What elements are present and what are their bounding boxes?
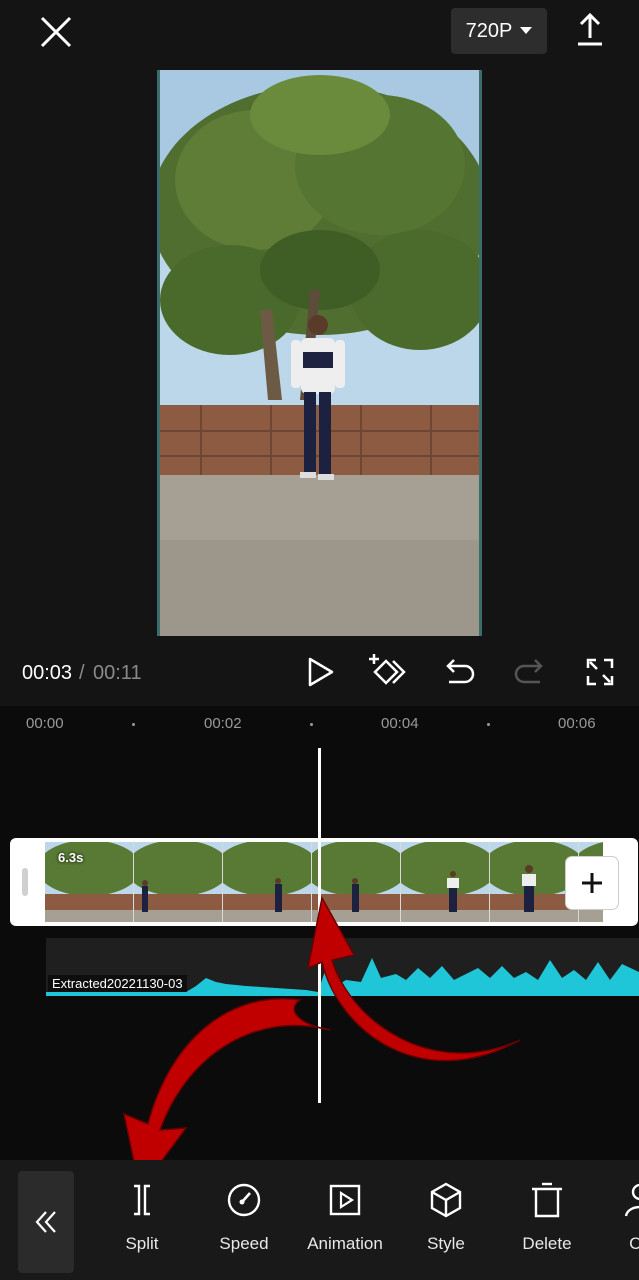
animation-tool[interactable]: Animation xyxy=(297,1180,393,1254)
close-button[interactable] xyxy=(36,12,76,52)
clip-thumbnail xyxy=(312,842,401,922)
undo-button[interactable] xyxy=(439,652,479,692)
time-separator: / xyxy=(79,662,85,684)
delete-tool[interactable]: Delete xyxy=(499,1180,595,1254)
timeline-tick: 00:02 xyxy=(204,715,242,732)
keyframe-button[interactable] xyxy=(366,652,406,692)
clip-thumbnails xyxy=(45,842,603,922)
timeline-tick: 00:04 xyxy=(381,715,419,732)
split-tool[interactable]: Split xyxy=(94,1180,190,1254)
speed-icon xyxy=(227,1183,261,1217)
collapse-toolbar-button[interactable] xyxy=(18,1171,74,1273)
undo-icon xyxy=(446,659,475,684)
play-button[interactable] xyxy=(300,652,340,692)
current-time: 00:03 xyxy=(22,662,73,684)
play-icon xyxy=(308,657,334,687)
caret-down-icon xyxy=(520,27,533,34)
animation-label: Animation xyxy=(307,1234,383,1253)
timeline-tick: 00:00 xyxy=(26,715,64,732)
fullscreen-button[interactable] xyxy=(580,652,620,692)
speed-tool[interactable]: Speed xyxy=(196,1180,292,1254)
clip-thumbnail xyxy=(401,842,490,922)
keyframe-add-icon xyxy=(369,654,406,685)
total-time: 00:11 xyxy=(93,662,142,684)
audio-track-label: Extracted20221130-03 xyxy=(48,975,187,992)
double-chevron-left-icon xyxy=(35,1211,56,1233)
redo-button[interactable] xyxy=(510,652,550,692)
clip-thumbnail xyxy=(134,842,223,922)
video-preview[interactable] xyxy=(157,70,482,636)
delete-label: Delete xyxy=(522,1234,572,1253)
plus-icon xyxy=(582,873,602,893)
style-tool[interactable]: Style xyxy=(398,1180,494,1254)
clip-thumbnail xyxy=(223,842,312,922)
animation-icon xyxy=(329,1184,361,1216)
timeline-dot xyxy=(487,723,490,726)
add-clip-button[interactable] xyxy=(566,857,618,909)
timeline-dot xyxy=(310,723,313,726)
speed-label: Speed xyxy=(219,1234,269,1253)
redo-icon xyxy=(514,659,543,684)
resolution-label: 720P xyxy=(465,19,513,42)
upload-icon xyxy=(578,12,602,46)
cutout-icon xyxy=(624,1183,639,1217)
playhead[interactable] xyxy=(318,748,321,1103)
style-cube-icon xyxy=(430,1182,462,1218)
timeline-tick: 00:06 xyxy=(558,715,596,732)
fullscreen-icon xyxy=(586,658,614,686)
export-button[interactable] xyxy=(570,10,610,50)
clip-duration-badge: 6.3s xyxy=(58,850,84,865)
timeline-dot xyxy=(132,723,135,726)
close-icon xyxy=(40,16,72,48)
clip-trim-handle[interactable] xyxy=(22,868,28,896)
split-label: Split xyxy=(125,1234,159,1253)
cutout-tool[interactable]: Cu xyxy=(600,1180,639,1270)
cutout-label: Cu xyxy=(629,1234,639,1253)
trash-icon xyxy=(532,1182,562,1218)
video-frame-image xyxy=(160,70,479,636)
resolution-dropdown[interactable]: 720P xyxy=(451,8,547,54)
style-label: Style xyxy=(427,1234,465,1253)
split-icon xyxy=(134,1184,150,1216)
